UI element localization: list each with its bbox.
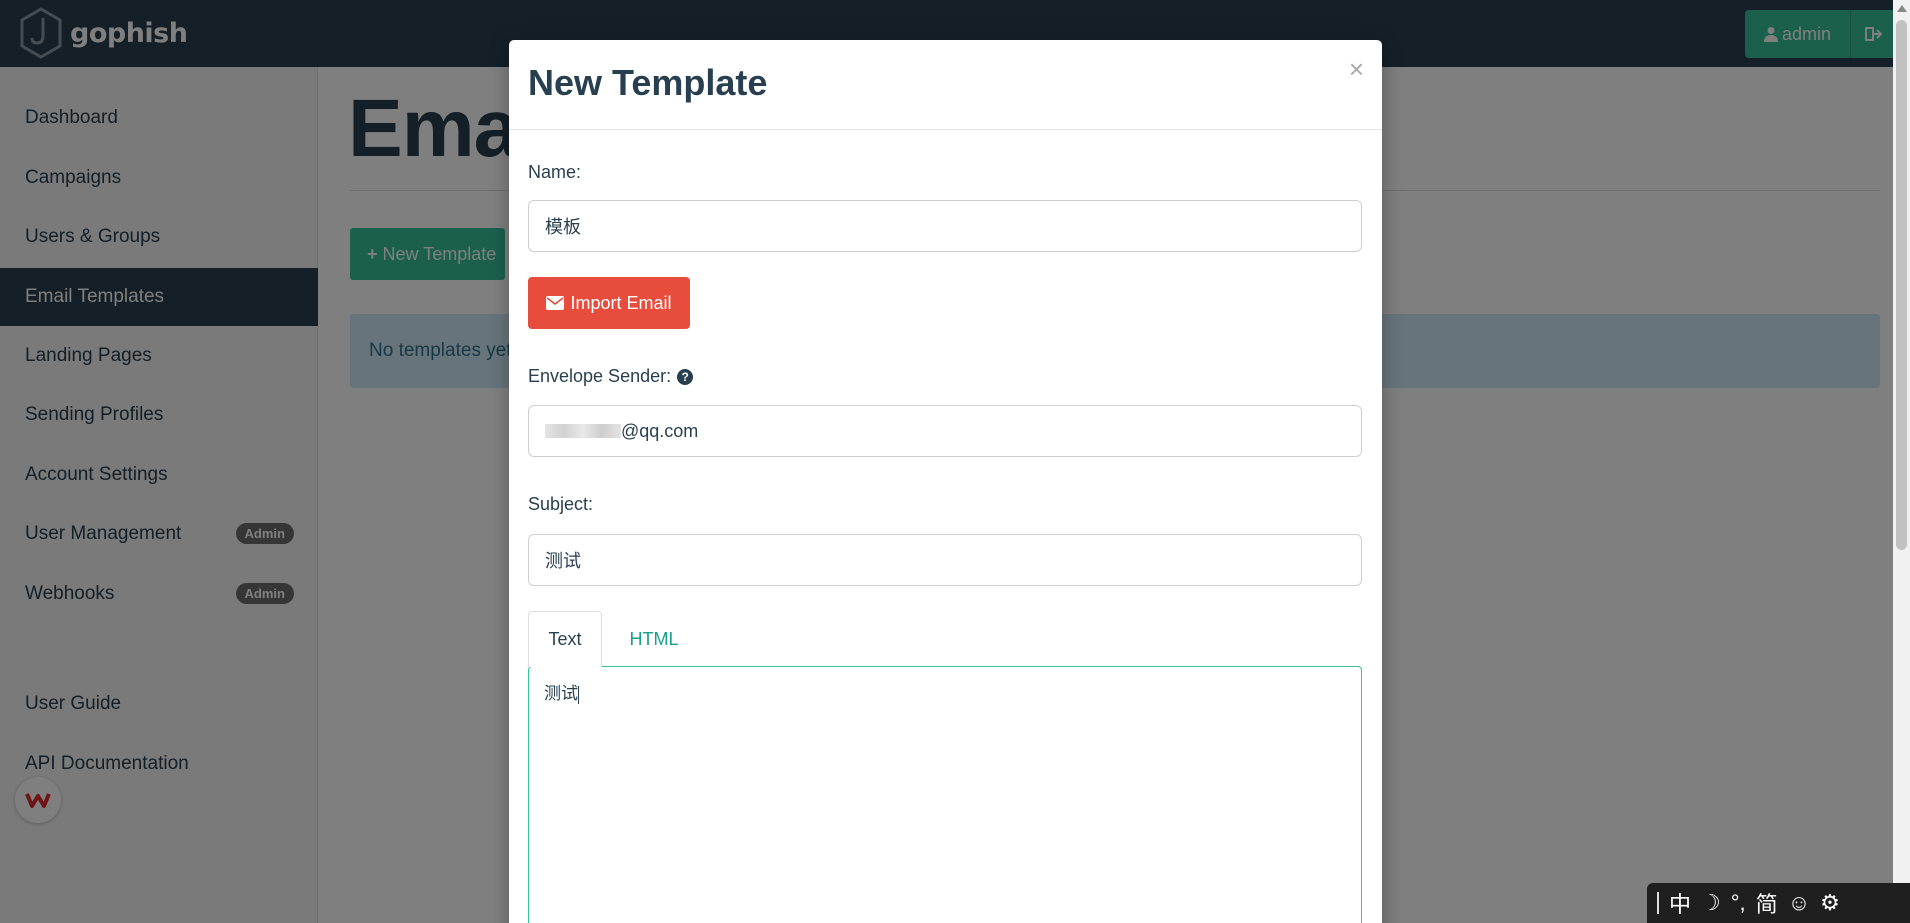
name-label: Name:: [528, 162, 581, 183]
tab-text[interactable]: Text: [528, 611, 602, 667]
name-label-text: Name:: [528, 162, 582, 182]
envelope-sender-input[interactable]: @qq.com: [528, 405, 1362, 457]
modal-header: New Template ×: [509, 40, 1382, 130]
ime-chinese-mode-icon[interactable]: 中: [1669, 887, 1691, 919]
tab-html-label: HTML: [629, 628, 679, 649]
import-email-label: Import Email: [570, 292, 672, 313]
new-template-modal: New Template × Name: 模板 Import Email Env…: [509, 40, 1382, 923]
tab-text-label: Text: [548, 629, 582, 649]
scroll-up-arrow-icon[interactable]: [1897, 5, 1907, 12]
name-input[interactable]: 模板: [528, 200, 1362, 252]
text-body-value: 测试: [544, 684, 578, 703]
text-cursor: [578, 685, 579, 704]
ime-simplified-icon[interactable]: 简: [1756, 887, 1778, 919]
ime-emoji-icon[interactable]: ☺: [1788, 890, 1810, 916]
page-scrollbar[interactable]: [1893, 0, 1910, 923]
ime-settings-icon[interactable]: ⚙: [1820, 890, 1840, 916]
subject-label-text: Subject:: [528, 494, 594, 514]
modal-title: New Template: [528, 62, 768, 103]
ime-drag-handle[interactable]: [1657, 892, 1659, 914]
subject-input-value: 测试: [545, 551, 581, 571]
envelope-sender-label-text: Envelope Sender:: [528, 366, 672, 386]
name-input-value: 模板: [545, 217, 581, 237]
envelope-icon: [546, 296, 565, 310]
close-icon[interactable]: ×: [1349, 54, 1364, 85]
envelope-sender-value: @qq.com: [621, 420, 699, 441]
import-email-button[interactable]: Import Email: [528, 277, 690, 329]
ime-moon-icon[interactable]: ☽: [1701, 890, 1721, 916]
envelope-sender-label: Envelope Sender: ?: [528, 366, 694, 387]
tab-html[interactable]: HTML: [609, 611, 699, 667]
ime-toolbar: 中 ☽ °, 简 ☺ ⚙: [1647, 883, 1910, 923]
ime-punctuation-icon[interactable]: °,: [1731, 890, 1746, 916]
subject-input[interactable]: 测试: [528, 534, 1362, 586]
subject-label: Subject:: [528, 494, 593, 515]
redacted-email-prefix: [545, 424, 621, 438]
text-body-textarea[interactable]: 测试: [528, 666, 1362, 923]
scroll-thumb[interactable]: [1896, 20, 1907, 550]
question-circle-icon[interactable]: ?: [677, 368, 694, 385]
